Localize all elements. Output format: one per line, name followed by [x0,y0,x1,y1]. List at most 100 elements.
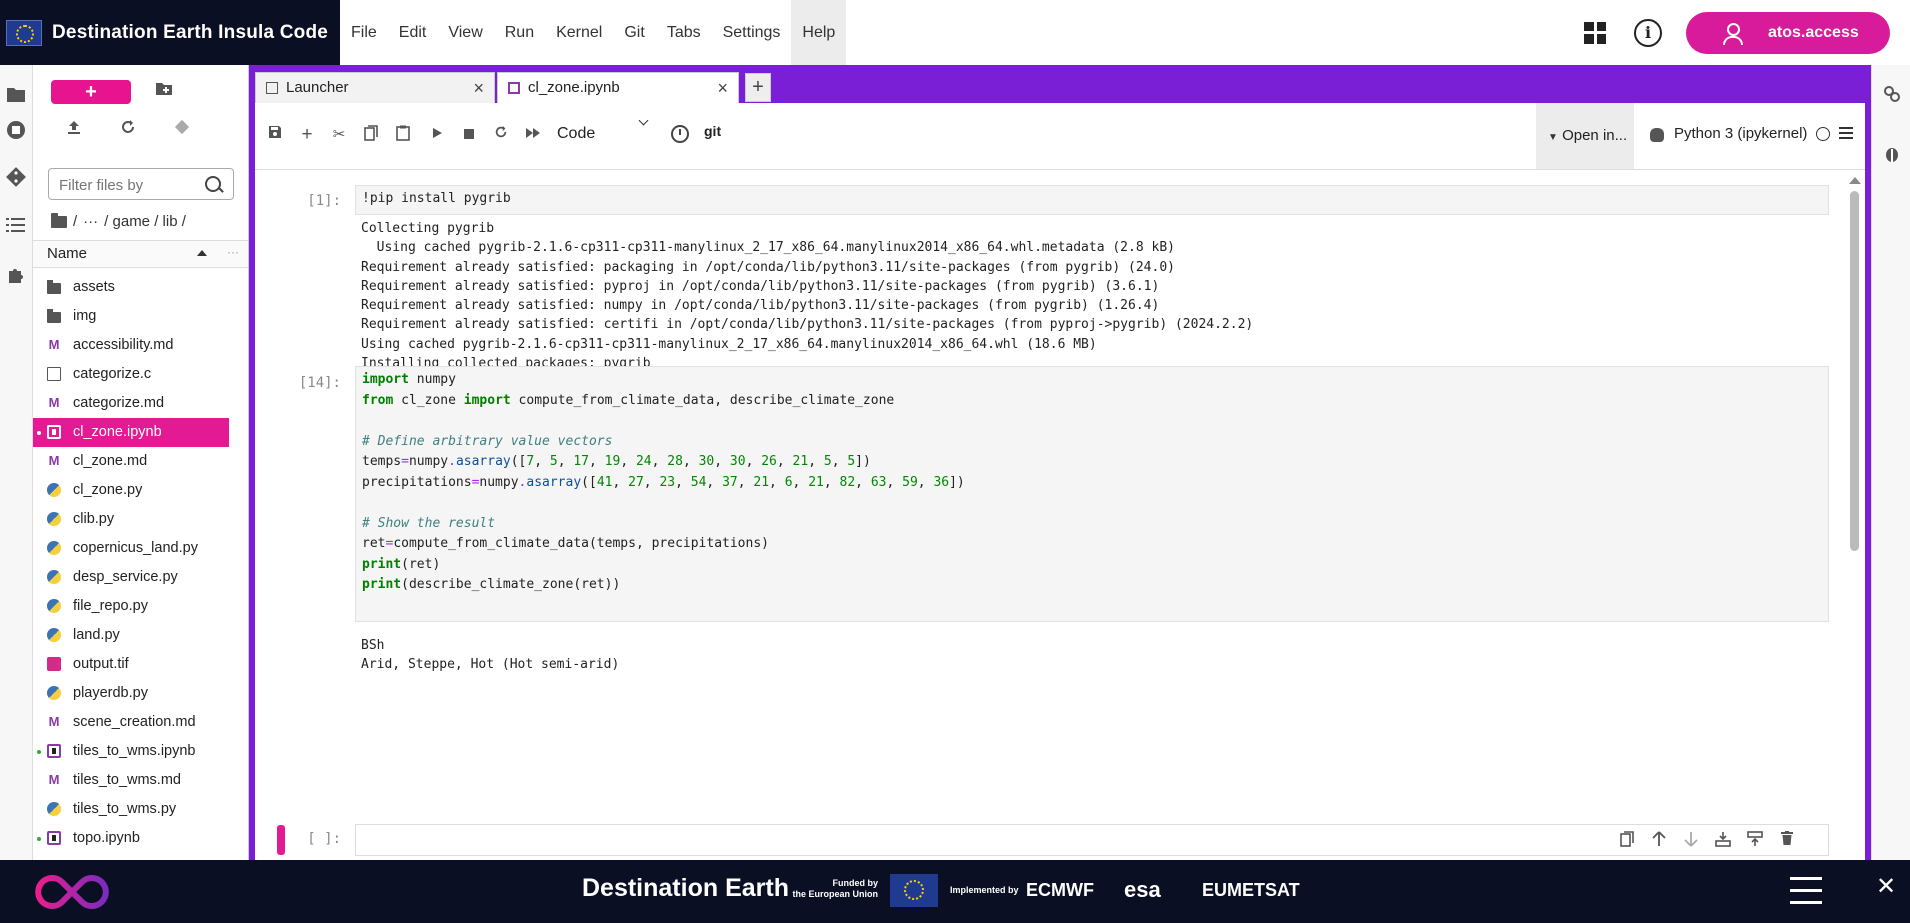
chevron-down-icon[interactable] [638,115,649,126]
notebook-icon [47,744,61,758]
fast-forward-icon[interactable] [523,125,543,145]
file-item[interactable]: tiles_to_wms.ipynb [33,737,229,766]
delete-cell-icon[interactable] [1778,831,1796,849]
code-line: temps=numpy.asarray([7, 5, 17, 19, 24, 2… [362,454,871,469]
code-line: from cl_zone import compute_from_climate… [362,392,895,408]
kernel-status-icon [1816,127,1830,141]
open-in-button[interactable]: ▼ Open in... [1536,103,1634,169]
file-item[interactable]: file_repo.py [33,592,229,621]
code-cell-input[interactable]: !pip install pygrib [355,185,1829,215]
column-resize-handle[interactable]: ··· [227,245,239,259]
file-name: topo.ipynb [73,830,140,846]
file-item[interactable]: Mscene_creation.md [33,708,229,737]
notebook-scrollbar[interactable] [1849,177,1861,817]
git-icon[interactable] [6,167,26,187]
insert-above-icon[interactable] [1714,831,1732,849]
restart-icon[interactable] [491,125,511,145]
file-item[interactable]: Mcl_zone.md [33,447,229,476]
name-column-header[interactable]: Name [47,245,87,262]
run-icon[interactable] [427,125,447,145]
file-item[interactable]: output.tif [33,650,229,679]
hamburger-menu-icon[interactable] [1839,127,1853,139]
destine-logo-icon[interactable] [30,870,110,914]
duplicate-cell-icon[interactable] [1618,831,1636,849]
file-item[interactable]: img [33,302,229,331]
file-item[interactable]: assets [33,273,229,302]
tab-launcher[interactable]: Launcher × [255,72,495,103]
git-clone-icon[interactable] [171,119,193,141]
git-toolbar-label[interactable]: git [704,123,721,139]
folder-icon[interactable] [6,85,26,105]
file-item[interactable]: topo.ipynb [33,824,229,853]
file-name: tiles_to_wms.ipynb [73,743,196,759]
move-up-icon[interactable] [1650,831,1668,849]
stop-icon[interactable] [459,125,479,145]
file-item[interactable]: tiles_to_wms.py [33,795,229,824]
menu-settings[interactable]: Settings [712,0,792,65]
breadcrumb-path[interactable]: / game / lib / [104,213,186,230]
python-file-icon [47,483,61,497]
scrollbar-thumb[interactable] [1850,191,1859,551]
file-item[interactable]: Mcategorize.md [33,389,229,418]
copy-icon[interactable] [361,125,381,145]
sort-ascending-icon[interactable] [197,250,207,256]
menu-help[interactable]: Help [791,0,847,65]
running-sessions-icon[interactable] [6,120,26,140]
hamburger-menu-icon[interactable] [1790,877,1822,904]
close-icon[interactable]: ✕ [1876,872,1896,901]
tab-cl-zone-notebook[interactable]: cl_zone.ipynb × [497,72,739,103]
empty-code-cell[interactable] [355,824,1829,856]
menu-run[interactable]: Run [494,0,545,65]
info-icon[interactable]: i [1634,18,1662,47]
insert-cell-icon[interactable]: + [297,125,317,145]
extensions-icon[interactable] [6,265,26,285]
file-item[interactable]: copernicus_land.py [33,534,229,563]
home-folder-icon[interactable] [51,212,67,228]
file-item[interactable]: cl_zone.py [33,476,229,505]
user-account-button[interactable]: atos.access [1686,11,1890,54]
file-item[interactable]: Maccessibility.md [33,331,229,360]
close-icon[interactable]: × [473,73,484,103]
running-indicator-icon [37,431,41,435]
new-folder-icon[interactable] [153,81,175,103]
menu-file[interactable]: File [340,0,388,65]
file-item[interactable]: Mtiles_to_wms.md [33,766,229,795]
kernel-name[interactable]: Python 3 (ipykernel) [1674,125,1807,142]
file-item[interactable]: clib.py [33,505,229,534]
breadcrumb-ellipsis[interactable]: ··· [83,213,98,230]
cut-icon[interactable]: ✂ [329,125,349,145]
cell-prompt: [14]: [298,375,341,391]
new-launcher-button[interactable]: + [51,80,131,104]
apps-grid-icon[interactable] [1584,21,1606,44]
menu-edit[interactable]: Edit [388,0,438,65]
refresh-icon[interactable] [117,119,139,141]
file-item[interactable]: cl_zone.ipynb [33,418,229,447]
brand[interactable]: Destination Earth Insula Code [0,0,340,65]
search-icon[interactable] [205,176,221,192]
file-item[interactable]: playerdb.py [33,679,229,708]
history-icon[interactable] [671,125,689,143]
file-item[interactable]: desp_service.py [33,563,229,592]
cell-type-select[interactable]: Code [557,125,595,143]
filter-files-input[interactable] [57,170,201,200]
move-down-icon[interactable] [1682,831,1700,849]
table-of-contents-icon[interactable] [6,217,26,237]
scroll-up-arrow-icon[interactable] [1849,177,1861,184]
file-item[interactable]: categorize.c [33,360,229,389]
menu-kernel[interactable]: Kernel [545,0,613,65]
insert-below-icon[interactable] [1746,831,1764,849]
debugger-icon[interactable] [1650,128,1664,142]
property-inspector-icon[interactable] [1882,85,1902,105]
breadcrumb-root[interactable]: / [73,213,77,230]
close-icon[interactable]: × [717,73,728,103]
new-tab-button[interactable]: + [745,73,771,102]
menu-git[interactable]: Git [613,0,655,65]
menu-tabs[interactable]: Tabs [656,0,712,65]
file-item[interactable]: land.py [33,621,229,650]
debugger-icon[interactable] [1882,145,1902,165]
code-cell-input[interactable]: import numpy from cl_zone import compute… [355,366,1829,622]
menu-view[interactable]: View [437,0,493,65]
upload-icon[interactable] [63,119,85,141]
paste-icon[interactable] [393,125,413,145]
save-icon[interactable] [265,125,285,145]
